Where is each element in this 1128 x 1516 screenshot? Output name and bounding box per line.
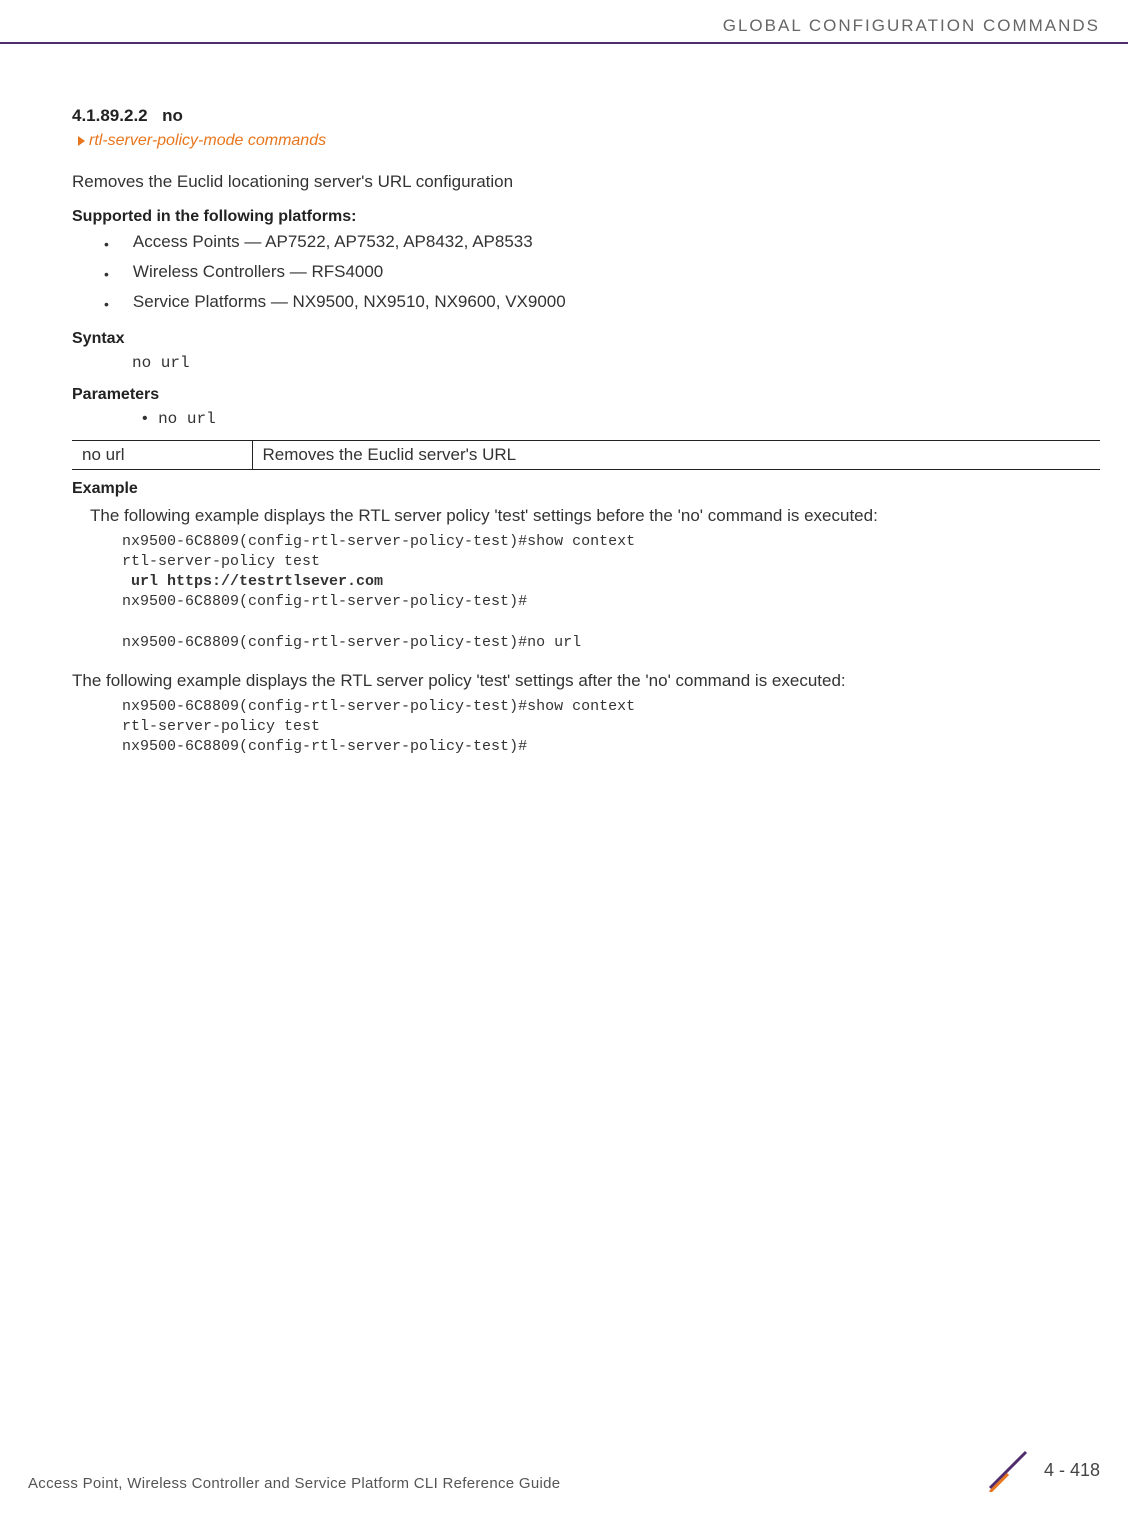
footer-logo-icon	[986, 1448, 1030, 1492]
code-line: rtl-server-policy test	[122, 553, 320, 570]
code-line: nx9500-6C8809(config-rtl-server-policy-t…	[122, 698, 635, 715]
intro-text: Removes the Euclid locationing server's …	[72, 170, 1100, 194]
code-line: nx9500-6C8809(config-rtl-server-policy-t…	[122, 738, 527, 755]
bullet-icon: •	[104, 292, 109, 316]
table-cell-desc: Removes the Euclid server's URL	[252, 440, 1100, 469]
bullet-icon: •	[104, 262, 109, 286]
example-before-text: The following example displays the RTL s…	[90, 504, 1100, 528]
parameters-table: no url Removes the Euclid server's URL	[72, 440, 1100, 470]
example-code-after: nx9500-6C8809(config-rtl-server-policy-t…	[122, 697, 1100, 758]
breadcrumb-arrow-icon	[78, 136, 85, 146]
platforms-list: • Access Points — AP7522, AP7532, AP8432…	[104, 232, 1100, 316]
code-line-bold: url https://testrtlsever.com	[122, 573, 383, 590]
footer-guide-title: Access Point, Wireless Controller and Se…	[28, 1475, 560, 1492]
parameter-code: no url	[158, 410, 216, 428]
parameters-heading: Parameters	[72, 386, 1100, 404]
example-heading: Example	[72, 480, 1100, 498]
list-item-text: Service Platforms — NX9500, NX9510, NX96…	[133, 292, 566, 312]
code-line: nx9500-6C8809(config-rtl-server-policy-t…	[122, 593, 527, 610]
syntax-code: no url	[132, 354, 1100, 372]
parameter-item: • no url	[142, 410, 1100, 428]
page-footer: Access Point, Wireless Controller and Se…	[28, 1448, 1100, 1492]
bullet-icon: •	[142, 410, 148, 427]
code-line: rtl-server-policy test	[122, 718, 320, 735]
list-item: • Access Points — AP7522, AP7532, AP8432…	[104, 232, 1100, 256]
example-code-before: nx9500-6C8809(config-rtl-server-policy-t…	[122, 532, 1100, 654]
section-number: 4.1.89.2.2	[72, 106, 148, 125]
table-cell-param: no url	[72, 440, 252, 469]
list-item-text: Access Points — AP7522, AP7532, AP8432, …	[133, 232, 533, 252]
breadcrumb: rtl-server-policy-mode commands	[78, 132, 1100, 150]
main-content: 4.1.89.2.2 no rtl-server-policy-mode com…	[72, 106, 1100, 758]
list-item: • Service Platforms — NX9500, NX9510, NX…	[104, 292, 1100, 316]
platforms-heading: Supported in the following platforms:	[72, 208, 1100, 226]
header-divider	[0, 42, 1128, 44]
example-after-text: The following example displays the RTL s…	[72, 669, 1100, 693]
syntax-heading: Syntax	[72, 330, 1100, 348]
footer-right: 4 - 418	[986, 1448, 1100, 1492]
page-header-title: GLOBAL CONFIGURATION COMMANDS	[723, 16, 1100, 36]
code-line: nx9500-6C8809(config-rtl-server-policy-t…	[122, 533, 635, 550]
breadcrumb-text: rtl-server-policy-mode commands	[89, 132, 326, 150]
section-heading: 4.1.89.2.2 no	[72, 106, 1100, 126]
footer-page-number: 4 - 418	[1044, 1460, 1100, 1481]
code-line: nx9500-6C8809(config-rtl-server-policy-t…	[122, 634, 581, 651]
list-item-text: Wireless Controllers — RFS4000	[133, 262, 383, 282]
list-item: • Wireless Controllers — RFS4000	[104, 262, 1100, 286]
table-row: no url Removes the Euclid server's URL	[72, 440, 1100, 469]
section-title: no	[162, 106, 183, 125]
bullet-icon: •	[104, 232, 109, 256]
